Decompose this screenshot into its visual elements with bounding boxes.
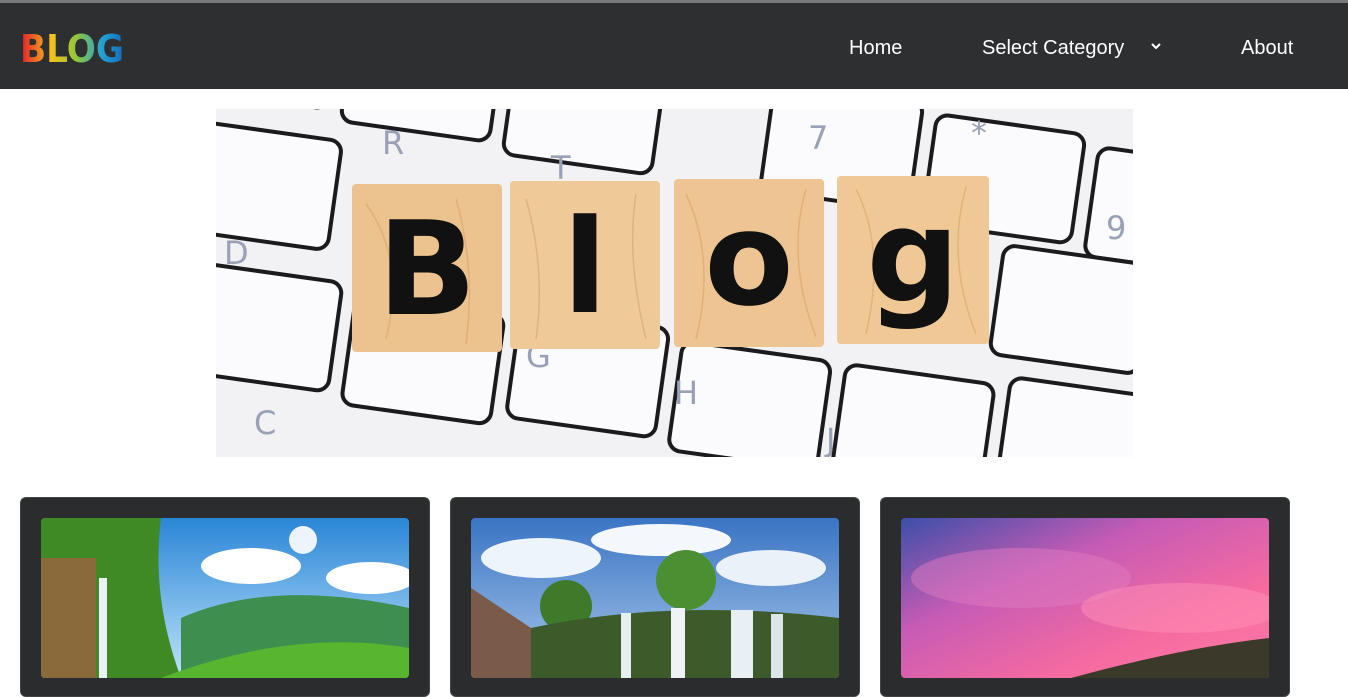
post-card[interactable] <box>450 497 860 697</box>
nav-home-link[interactable]: Home <box>849 36 902 60</box>
key-label: R <box>382 124 404 162</box>
post-card[interactable] <box>880 497 1290 697</box>
waterfall-cliff-image[interactable] <box>471 518 839 678</box>
keyboard-blog-illustration: R T 7 * D 9 G H C J B l o g <box>216 109 1133 457</box>
waterfall-forest-image[interactable] <box>41 518 409 678</box>
post-card[interactable] <box>20 497 430 697</box>
tile-letter: l <box>563 191 608 343</box>
chevron-down-icon[interactable] <box>1150 40 1162 52</box>
hero-banner-image: R T 7 * D 9 G H C J B l o g <box>216 109 1133 457</box>
tile-letter: g <box>866 180 959 332</box>
key-label: C <box>254 404 276 442</box>
blog-logo[interactable]: BLOG <box>20 29 124 67</box>
pink-sky-image[interactable] <box>901 518 1269 678</box>
tile-letter: o <box>704 183 793 335</box>
key-label: H <box>674 374 698 412</box>
key-label: J <box>824 421 835 457</box>
nav-about-link[interactable]: About <box>1241 36 1293 60</box>
key-label: * <box>971 114 987 152</box>
navbar: BLOG Home Select Category About <box>0 3 1348 89</box>
key-label: 7 <box>808 119 828 157</box>
tile-letter: B <box>377 193 476 345</box>
svg-text:BLOG: BLOG <box>20 29 124 67</box>
select-category-dropdown[interactable]: Select Category <box>982 36 1124 60</box>
key-label: D <box>224 234 249 272</box>
key-label: 9 <box>1106 209 1126 247</box>
